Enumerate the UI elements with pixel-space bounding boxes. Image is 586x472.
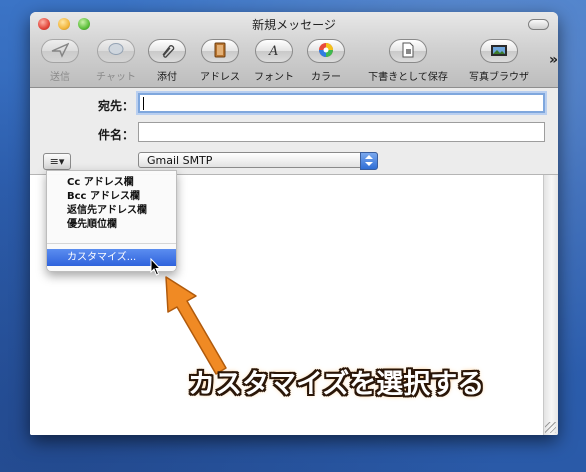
annotation-arrow-icon: [165, 276, 227, 375]
annotation-caption: カスタマイズを選択する: [188, 369, 485, 400]
